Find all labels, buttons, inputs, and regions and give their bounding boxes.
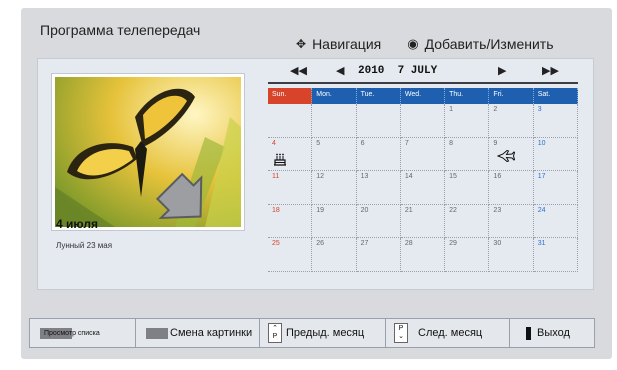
day-cell[interactable]: 21 xyxy=(400,204,446,239)
butterfly-image xyxy=(55,77,241,227)
change-picture-button[interactable]: Смена картинки xyxy=(136,319,260,347)
day-cell[interactable]: 8 xyxy=(445,137,490,172)
calendar-panel: 4 июля Лунный 23 мая ◀◀ ◀ 2010 7 JULY ▶ … xyxy=(37,58,594,290)
function-bar: Просмотр списка Смена картинки ⌃ P Предыд… xyxy=(29,318,595,348)
next-month-label: След. месяц xyxy=(418,327,483,339)
prev-month-label: Предыд. месяц xyxy=(286,327,365,339)
day-cell[interactable]: 3 xyxy=(533,104,578,138)
day-cell[interactable]: 20 xyxy=(356,204,401,239)
day-cell[interactable] xyxy=(268,104,313,138)
day-cell[interactable]: 28 xyxy=(400,238,446,272)
select-button-icon: ◉ xyxy=(407,36,419,51)
day-cell[interactable]: 22 xyxy=(445,204,490,239)
page-title: Программа телепередач xyxy=(40,22,201,38)
weekday-mon: Mon. xyxy=(312,88,357,104)
day-cell[interactable]: 24 xyxy=(533,204,578,239)
day-cell[interactable]: 30 xyxy=(489,238,534,272)
calendar-header: ◀◀ ◀ 2010 7 JULY ▶ ▶▶ xyxy=(268,62,578,84)
day-cell[interactable] xyxy=(400,104,446,138)
weekday-thu: Thu. xyxy=(445,88,490,104)
weekday-fri: Fri. xyxy=(489,88,534,104)
weekday-tue: Tue. xyxy=(357,88,401,104)
day-cell-event[interactable]: 9 xyxy=(489,137,534,172)
day-cell[interactable]: 13 xyxy=(356,171,401,205)
day-cell[interactable]: 6 xyxy=(356,137,401,172)
calendar-month: 7 JULY xyxy=(397,65,438,77)
day-cell[interactable]: 15 xyxy=(445,171,490,205)
prev-month-button[interactable]: ⌃ P Предыд. месяц xyxy=(260,319,386,347)
day-cell[interactable]: 18 xyxy=(268,204,313,239)
day-cell[interactable] xyxy=(356,104,401,138)
day-cell[interactable]: 29 xyxy=(445,238,490,272)
prev-month-icon[interactable]: ◀ xyxy=(336,64,344,77)
next-month-button[interactable]: P ⌄ След. месяц xyxy=(386,319,510,347)
calendar-grid: 1 2 3 4 5 6 7 8 9 10 11 12 13 14 15 16 1… xyxy=(268,104,578,272)
day-cell[interactable]: 26 xyxy=(312,238,357,272)
weekday-sun: Sun. xyxy=(268,88,313,104)
day-cell[interactable]: 12 xyxy=(312,171,357,205)
day-cell[interactable]: 19 xyxy=(312,204,357,239)
header-divider xyxy=(268,82,578,84)
p-down-key-icon: P ⌄ xyxy=(394,323,408,343)
weekday-sat: Sat. xyxy=(534,88,578,104)
lunar-date: Лунный 23 мая xyxy=(56,241,113,250)
day-cell[interactable]: 2 xyxy=(489,104,534,138)
gray-key-icon xyxy=(146,327,168,339)
next-month-icon[interactable]: ▶ xyxy=(498,64,506,77)
calendar-year: 2010 7 JULY xyxy=(358,65,438,77)
day-cell[interactable]: 1 xyxy=(445,104,490,138)
day-cell[interactable]: 14 xyxy=(400,171,446,205)
airplane-icon xyxy=(497,149,516,165)
selected-date: 4 июля xyxy=(56,217,98,231)
day-cell[interactable]: 27 xyxy=(356,238,401,272)
navigation-arrows-icon: ✥ xyxy=(296,37,307,51)
day-cell[interactable]: 23 xyxy=(489,204,534,239)
nav-hint: ✥ Навигация ◉ Добавить/Изменить xyxy=(296,36,554,52)
exit-label: Выход xyxy=(537,327,570,339)
list-view-label: Просмотр списка xyxy=(44,329,100,337)
exit-button[interactable]: Выход xyxy=(510,319,594,347)
list-view-button[interactable]: Просмотр списка xyxy=(30,319,136,347)
prev-year-icon[interactable]: ◀◀ xyxy=(290,64,307,77)
day-cell[interactable]: 16 xyxy=(489,171,534,205)
change-picture-label: Смена картинки xyxy=(170,327,253,339)
day-cell[interactable]: 17 xyxy=(533,171,578,205)
add-edit-label: Добавить/Изменить xyxy=(424,36,554,52)
day-cell-selected[interactable]: 4 xyxy=(268,137,313,172)
day-cell[interactable]: 25 xyxy=(268,238,313,272)
next-year-icon[interactable]: ▶▶ xyxy=(542,64,559,77)
day-cell[interactable]: 10 xyxy=(533,137,578,172)
day-cell[interactable]: 5 xyxy=(312,137,357,172)
exit-key-icon xyxy=(526,326,531,340)
day-cell[interactable]: 31 xyxy=(533,238,578,272)
weekday-wed: Wed. xyxy=(401,88,446,104)
day-cell[interactable] xyxy=(312,104,357,138)
navigation-label: Навигация xyxy=(312,36,382,52)
weekday-header: Sun. Mon. Tue. Wed. Thu. Fri. Sat. xyxy=(268,88,578,104)
day-number: 4 xyxy=(272,139,276,147)
calendar-photo[interactable] xyxy=(52,74,244,230)
day-number: 9 xyxy=(493,139,498,147)
day-cell[interactable]: 11 xyxy=(268,171,313,205)
day-cell[interactable]: 7 xyxy=(400,137,446,172)
p-up-key-icon: ⌃ P xyxy=(268,323,282,343)
birthday-cake-icon xyxy=(273,152,287,169)
